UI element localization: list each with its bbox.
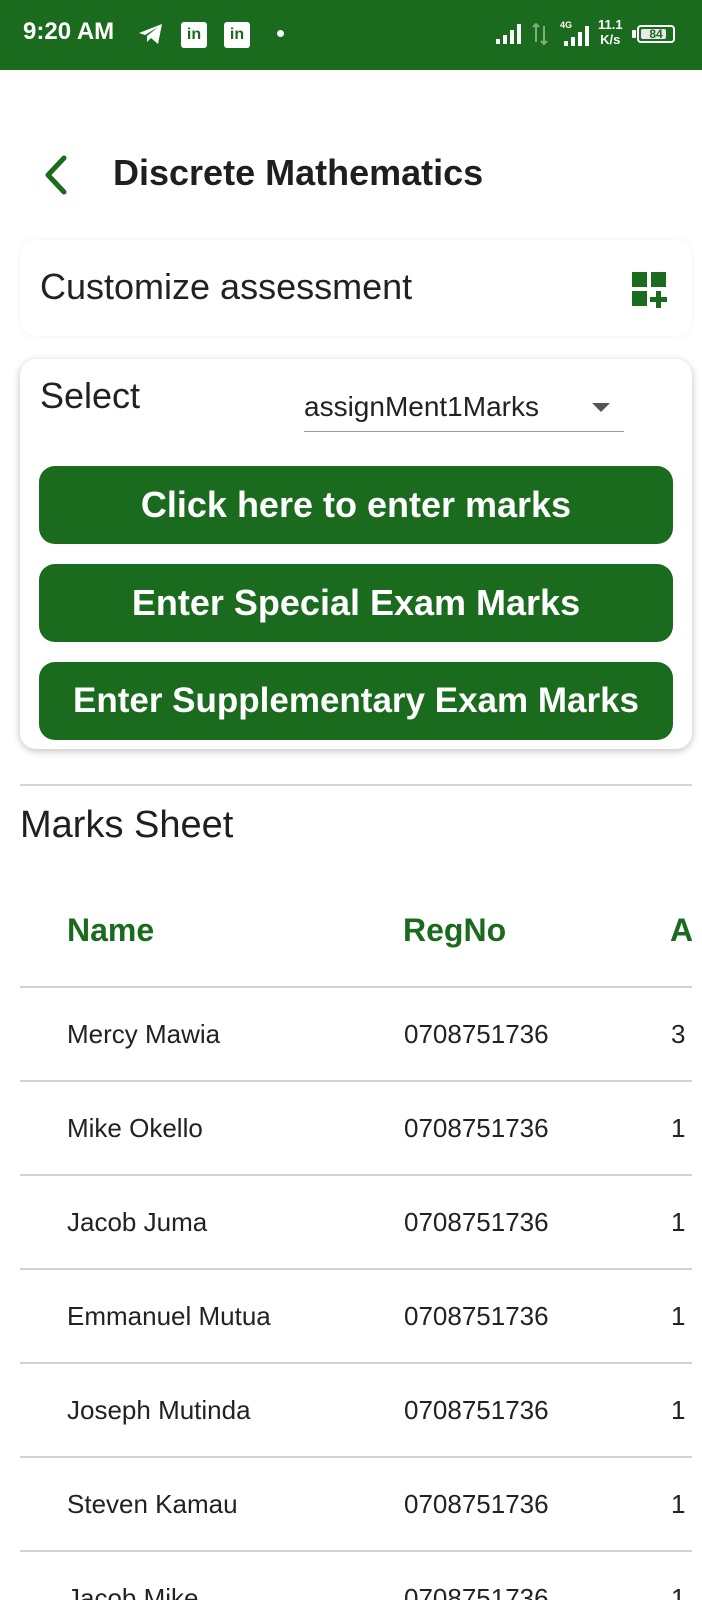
column-header-name[interactable]: Name — [67, 912, 154, 949]
student-regno: 0708751736 — [404, 1113, 549, 1143]
student-mark: 1 — [671, 1489, 686, 1519]
student-mark: 1 — [671, 1583, 686, 1600]
table-row[interactable]: Jacob Juma 0708751736 1 — [20, 1174, 692, 1270]
section-divider — [20, 784, 692, 786]
table-row[interactable]: Steven Kamau 0708751736 1 — [20, 1456, 692, 1552]
student-name: Mercy Mawia — [67, 1019, 221, 1049]
table-row[interactable]: Jacob Mike 0708751736 1 — [20, 1550, 692, 1600]
grid-add-icon[interactable] — [630, 270, 670, 310]
marks-sheet-title: Marks Sheet — [20, 804, 234, 846]
signal-icon — [496, 24, 521, 44]
table-row[interactable]: Emmanuel Mutua 0708751736 1 — [20, 1268, 692, 1364]
enter-marks-button[interactable]: Click here to enter marks — [39, 466, 673, 544]
linkedin-icon: in — [224, 22, 250, 48]
student-mark: 1 — [671, 1395, 686, 1425]
battery-icon: 84 — [637, 25, 675, 43]
student-regno: 0708751736 — [404, 1019, 549, 1049]
student-mark: 3 — [671, 1019, 686, 1049]
table-row[interactable]: Joseph Mutinda 0708751736 1 — [20, 1362, 692, 1458]
battery-level: 84 — [649, 27, 663, 41]
student-mark: 1 — [671, 1113, 686, 1143]
dropdown-arrow-icon — [592, 403, 610, 412]
marks-table[interactable]: Name RegNo A Mercy Mawia 0708751736 3 Mi… — [20, 880, 692, 1600]
student-regno: 0708751736 — [404, 1395, 549, 1425]
student-name: Joseph Mutinda — [67, 1395, 251, 1425]
student-name: Steven Kamau — [67, 1489, 238, 1519]
battery-tip — [632, 30, 636, 38]
speed-unit: K/s — [600, 32, 621, 47]
student-regno: 0708751736 — [404, 1583, 549, 1600]
linkedin-icon: in — [181, 22, 207, 48]
enter-supplementary-exam-marks-button[interactable]: Enter Supplementary Exam Marks — [39, 662, 673, 740]
student-regno: 0708751736 — [404, 1489, 549, 1519]
student-name: Mike Okello — [67, 1113, 203, 1143]
student-mark: 1 — [671, 1207, 686, 1237]
student-name: Jacob Mike — [67, 1583, 199, 1600]
enter-special-exam-marks-button[interactable]: Enter Special Exam Marks — [39, 564, 673, 642]
assessment-select-card: Select assignMent1Marks Click here to en… — [20, 359, 692, 749]
student-regno: 0708751736 — [404, 1207, 549, 1237]
table-row[interactable]: Mercy Mawia 0708751736 3 — [20, 986, 692, 1082]
student-name: Emmanuel Mutua — [67, 1301, 271, 1331]
select-label: Select — [40, 375, 141, 416]
status-time: 9:20 AM — [23, 18, 115, 45]
column-header-regno[interactable]: RegNo — [403, 912, 506, 949]
dropdown-selected-value: assignMent1Marks — [304, 391, 539, 422]
network-speed: 11.1 K/s — [598, 17, 623, 47]
page-title: Discrete Mathematics — [113, 152, 484, 193]
table-row[interactable]: Mike Okello 0708751736 1 — [20, 1080, 692, 1176]
notification-dot-icon — [277, 30, 284, 37]
speed-value: 11.1 — [598, 17, 623, 32]
signal-4g-icon: 4G — [560, 20, 589, 46]
customize-assessment-card[interactable]: Customize assessment — [20, 240, 692, 336]
data-arrows-icon — [532, 22, 548, 46]
customize-assessment-label: Customize assessment — [40, 266, 413, 307]
student-regno: 0708751736 — [404, 1301, 549, 1331]
student-mark: 1 — [671, 1301, 686, 1331]
student-name: Jacob Juma — [67, 1207, 208, 1237]
assessment-dropdown[interactable]: assignMent1Marks — [304, 389, 624, 432]
telegram-icon — [139, 24, 162, 44]
status-bar: 9:20 AM in in 4G 11.1 K/s 84 — [0, 0, 702, 70]
chevron-left-icon[interactable] — [38, 154, 74, 196]
column-header-assessment[interactable]: A — [670, 912, 692, 949]
svg-text:4G: 4G — [560, 20, 572, 30]
